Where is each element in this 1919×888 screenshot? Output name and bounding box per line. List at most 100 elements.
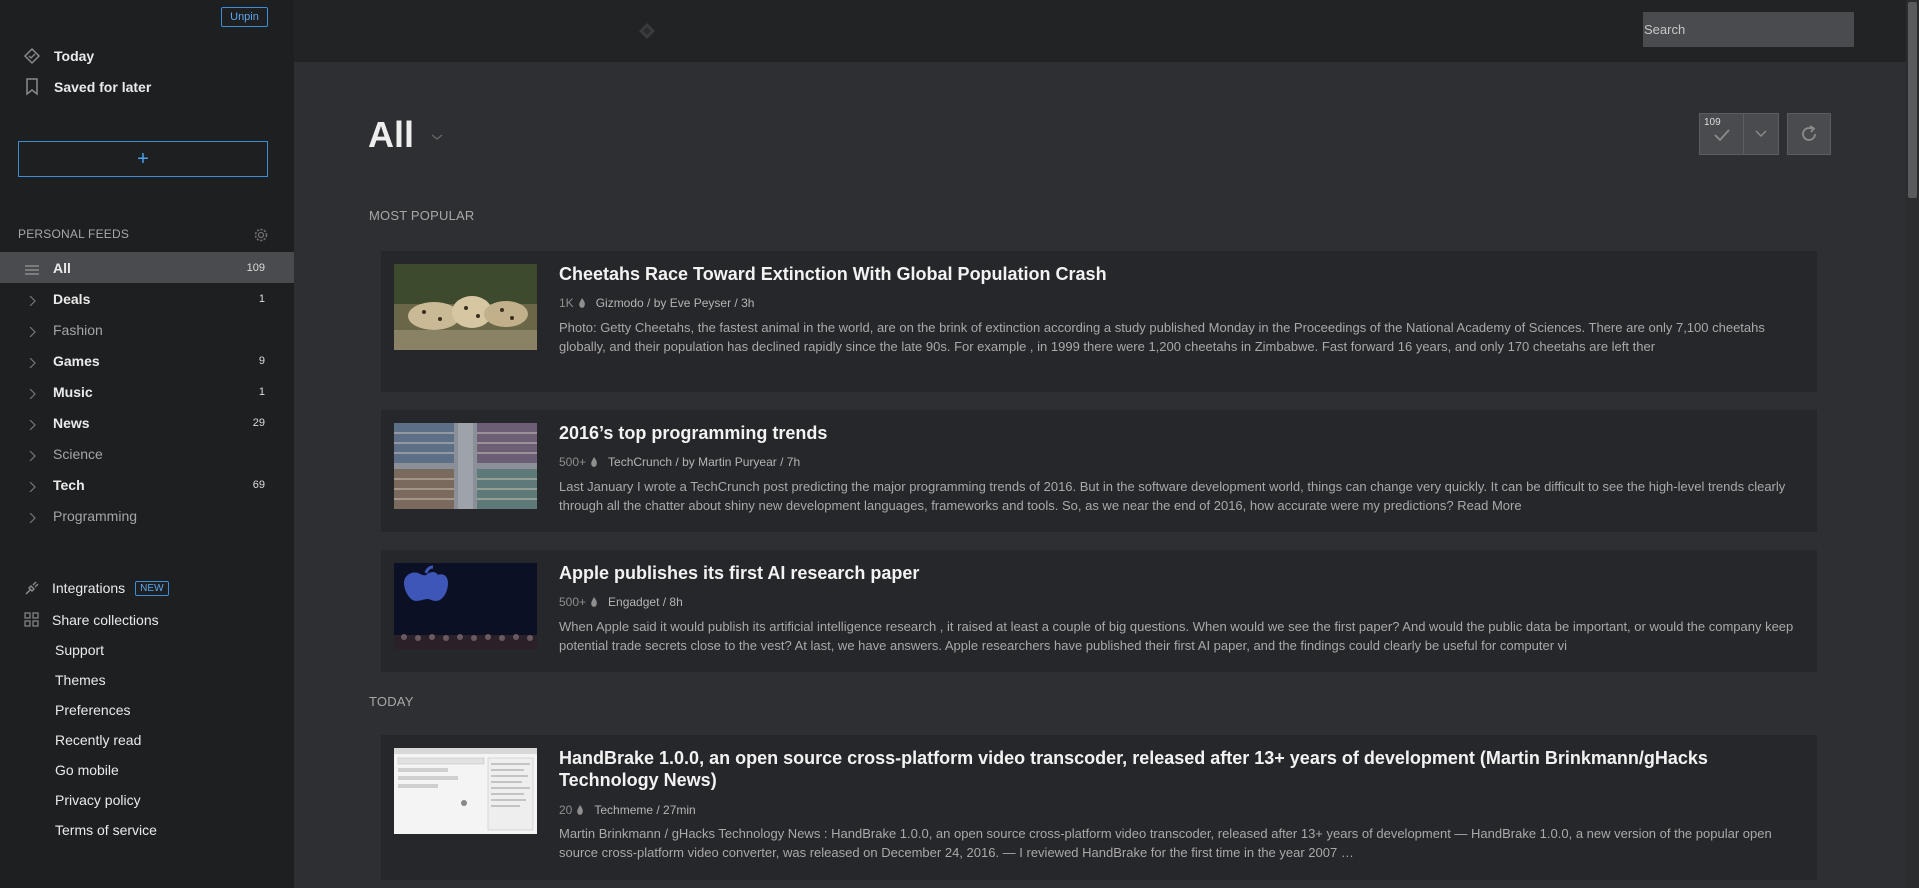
link-terms-of-service[interactable]: Terms of service [55, 815, 157, 845]
article-thumbnail[interactable] [394, 423, 537, 509]
chevron-right-icon[interactable] [28, 510, 38, 524]
top-bar [294, 0, 1919, 62]
sidebar-item-science[interactable]: Science [0, 438, 294, 469]
sidebar-item-label: Music [53, 383, 93, 400]
check-icon [1714, 129, 1730, 142]
article-title[interactable]: Apple publishes its first AI research pa… [559, 562, 1779, 584]
sidebar-item-label: Games [53, 352, 100, 369]
sidebar-item-label: Science [53, 445, 103, 462]
sidebar: Unpin Today Saved for later + PERSONAL F… [0, 0, 294, 888]
article-source: Gizmodo / by Eve Peyser / 3h [595, 296, 755, 310]
refresh-button[interactable] [1787, 113, 1831, 155]
article-card[interactable]: 2016’s top programming trends 500+ TechC… [381, 410, 1817, 532]
bottom-nav: Integrations NEW Share collections [22, 572, 282, 636]
nav-share-collections[interactable]: Share collections [22, 604, 282, 636]
link-privacy-policy[interactable]: Privacy policy [55, 785, 157, 815]
unpin-button[interactable]: Unpin [221, 7, 268, 27]
mark-read-options[interactable] [1744, 114, 1778, 154]
article-thumbnail[interactable] [394, 748, 537, 834]
sidebar-item-news[interactable]: News 29 [0, 407, 294, 438]
article-title[interactable]: HandBrake 1.0.0, an open source cross-pl… [559, 747, 1779, 791]
article-summary: When Apple said it would publish its art… [559, 619, 1794, 653]
article-title[interactable]: Cheetahs Race Toward Extinction With Glo… [559, 263, 1779, 285]
chevron-right-icon[interactable] [28, 355, 38, 369]
article-meta: 1K Gizmodo / by Eve Peyser / 3h [559, 296, 754, 310]
popularity-count: 1K [559, 296, 574, 310]
link-recently-read[interactable]: Recently read [55, 725, 157, 755]
sidebar-item-programming[interactable]: Programming [0, 500, 294, 531]
article-summary: Martin Brinkmann / gHacks Technology New… [559, 826, 1772, 860]
article-source: TechCrunch / by Martin Puryear / 7h [608, 455, 801, 469]
section-today: TODAY [369, 694, 414, 709]
nav-integrations-label: Integrations [52, 580, 126, 596]
menu-icon [25, 262, 39, 275]
nav-share-label: Share collections [52, 612, 159, 628]
nav-saved-label: Saved for later [54, 78, 152, 95]
unread-count: 1 [258, 385, 265, 398]
link-support[interactable]: Support [55, 635, 157, 665]
page-scrollbar[interactable] [1906, 0, 1919, 888]
chevron-right-icon[interactable] [28, 386, 38, 400]
app-window: Unpin Today Saved for later + PERSONAL F… [0, 0, 1919, 888]
article-title[interactable]: 2016’s top programming trends [559, 422, 1779, 444]
nav-today[interactable]: Today [22, 40, 272, 71]
plug-icon [22, 578, 42, 598]
article-card[interactable]: Cheetahs Race Toward Extinction With Glo… [381, 251, 1817, 392]
link-go-mobile[interactable]: Go mobile [55, 755, 157, 785]
unread-count: 69 [252, 478, 265, 491]
article-thumbnail[interactable] [394, 264, 537, 350]
article-card[interactable]: Apple publishes its first AI research pa… [381, 550, 1817, 672]
today-icon [22, 46, 42, 66]
add-content-button[interactable]: + [18, 141, 268, 177]
main-content: All 109 MOST POPULAR Cheetahs Race Towar… [294, 62, 1906, 888]
mark-read-check[interactable]: 109 [1700, 114, 1744, 154]
article-source: Engadget / 8h [608, 595, 683, 609]
scrollbar-thumb[interactable] [1908, 2, 1917, 198]
article-meta: 20 Techmeme / 27min [559, 803, 696, 817]
article-summary: Photo: Getty Cheetahs, the fastest anima… [559, 320, 1765, 354]
chevron-right-icon[interactable] [28, 324, 38, 338]
top-nav: Today Saved for later [22, 40, 272, 102]
sidebar-item-fashion[interactable]: Fashion [0, 314, 294, 345]
nav-integrations[interactable]: Integrations NEW [22, 572, 282, 604]
refresh-icon [1802, 125, 1816, 141]
personal-feeds-label: PERSONAL FEEDS [18, 227, 130, 241]
popularity-count: 500+ [559, 455, 587, 469]
grid-icon [22, 610, 42, 630]
sidebar-item-games[interactable]: Games 9 [0, 345, 294, 376]
sidebar-item-tech[interactable]: Tech 69 [0, 469, 294, 500]
sidebar-item-label: Deals [53, 290, 91, 307]
chevron-right-icon[interactable] [28, 479, 38, 493]
sidebar-item-label: All [53, 259, 71, 276]
link-themes[interactable]: Themes [55, 665, 157, 695]
popularity-count: 20 [559, 803, 573, 817]
gear-icon[interactable] [252, 226, 270, 244]
section-most-popular: MOST POPULAR [369, 208, 475, 223]
search-input[interactable] [1643, 12, 1854, 47]
article-thumbnail[interactable] [394, 563, 537, 649]
article-summary: Last January I wrote a TechCrunch post p… [559, 479, 1786, 513]
sidebar-item-label: Fashion [53, 321, 103, 338]
sidebar-item-deals[interactable]: Deals 1 [0, 283, 294, 314]
page-title[interactable]: All [368, 114, 414, 156]
mark-as-read-button[interactable]: 109 [1699, 113, 1779, 155]
flame-icon [577, 805, 584, 815]
unread-count: 1 [258, 292, 265, 305]
article-meta: 500+ TechCrunch / by Martin Puryear / 7h [559, 455, 800, 469]
nav-saved-for-later[interactable]: Saved for later [22, 71, 272, 102]
chevron-right-icon[interactable] [28, 417, 38, 431]
sidebar-item-label: Programming [53, 507, 138, 524]
chevron-down-icon[interactable] [431, 129, 443, 140]
link-preferences[interactable]: Preferences [55, 695, 157, 725]
chevron-right-icon[interactable] [28, 293, 38, 307]
sidebar-item-label: Tech [53, 476, 85, 493]
feedly-logo-icon[interactable] [637, 21, 657, 41]
flame-icon [578, 298, 585, 308]
article-card[interactable]: HandBrake 1.0.0, an open source cross-pl… [381, 735, 1817, 880]
sidebar-item-all[interactable]: All 109 [0, 252, 294, 283]
unread-count: 29 [252, 416, 265, 429]
flame-icon [591, 457, 597, 467]
article-meta: 500+ Engadget / 8h [559, 595, 683, 609]
chevron-right-icon[interactable] [28, 448, 38, 462]
sidebar-item-music[interactable]: Music 1 [0, 376, 294, 407]
